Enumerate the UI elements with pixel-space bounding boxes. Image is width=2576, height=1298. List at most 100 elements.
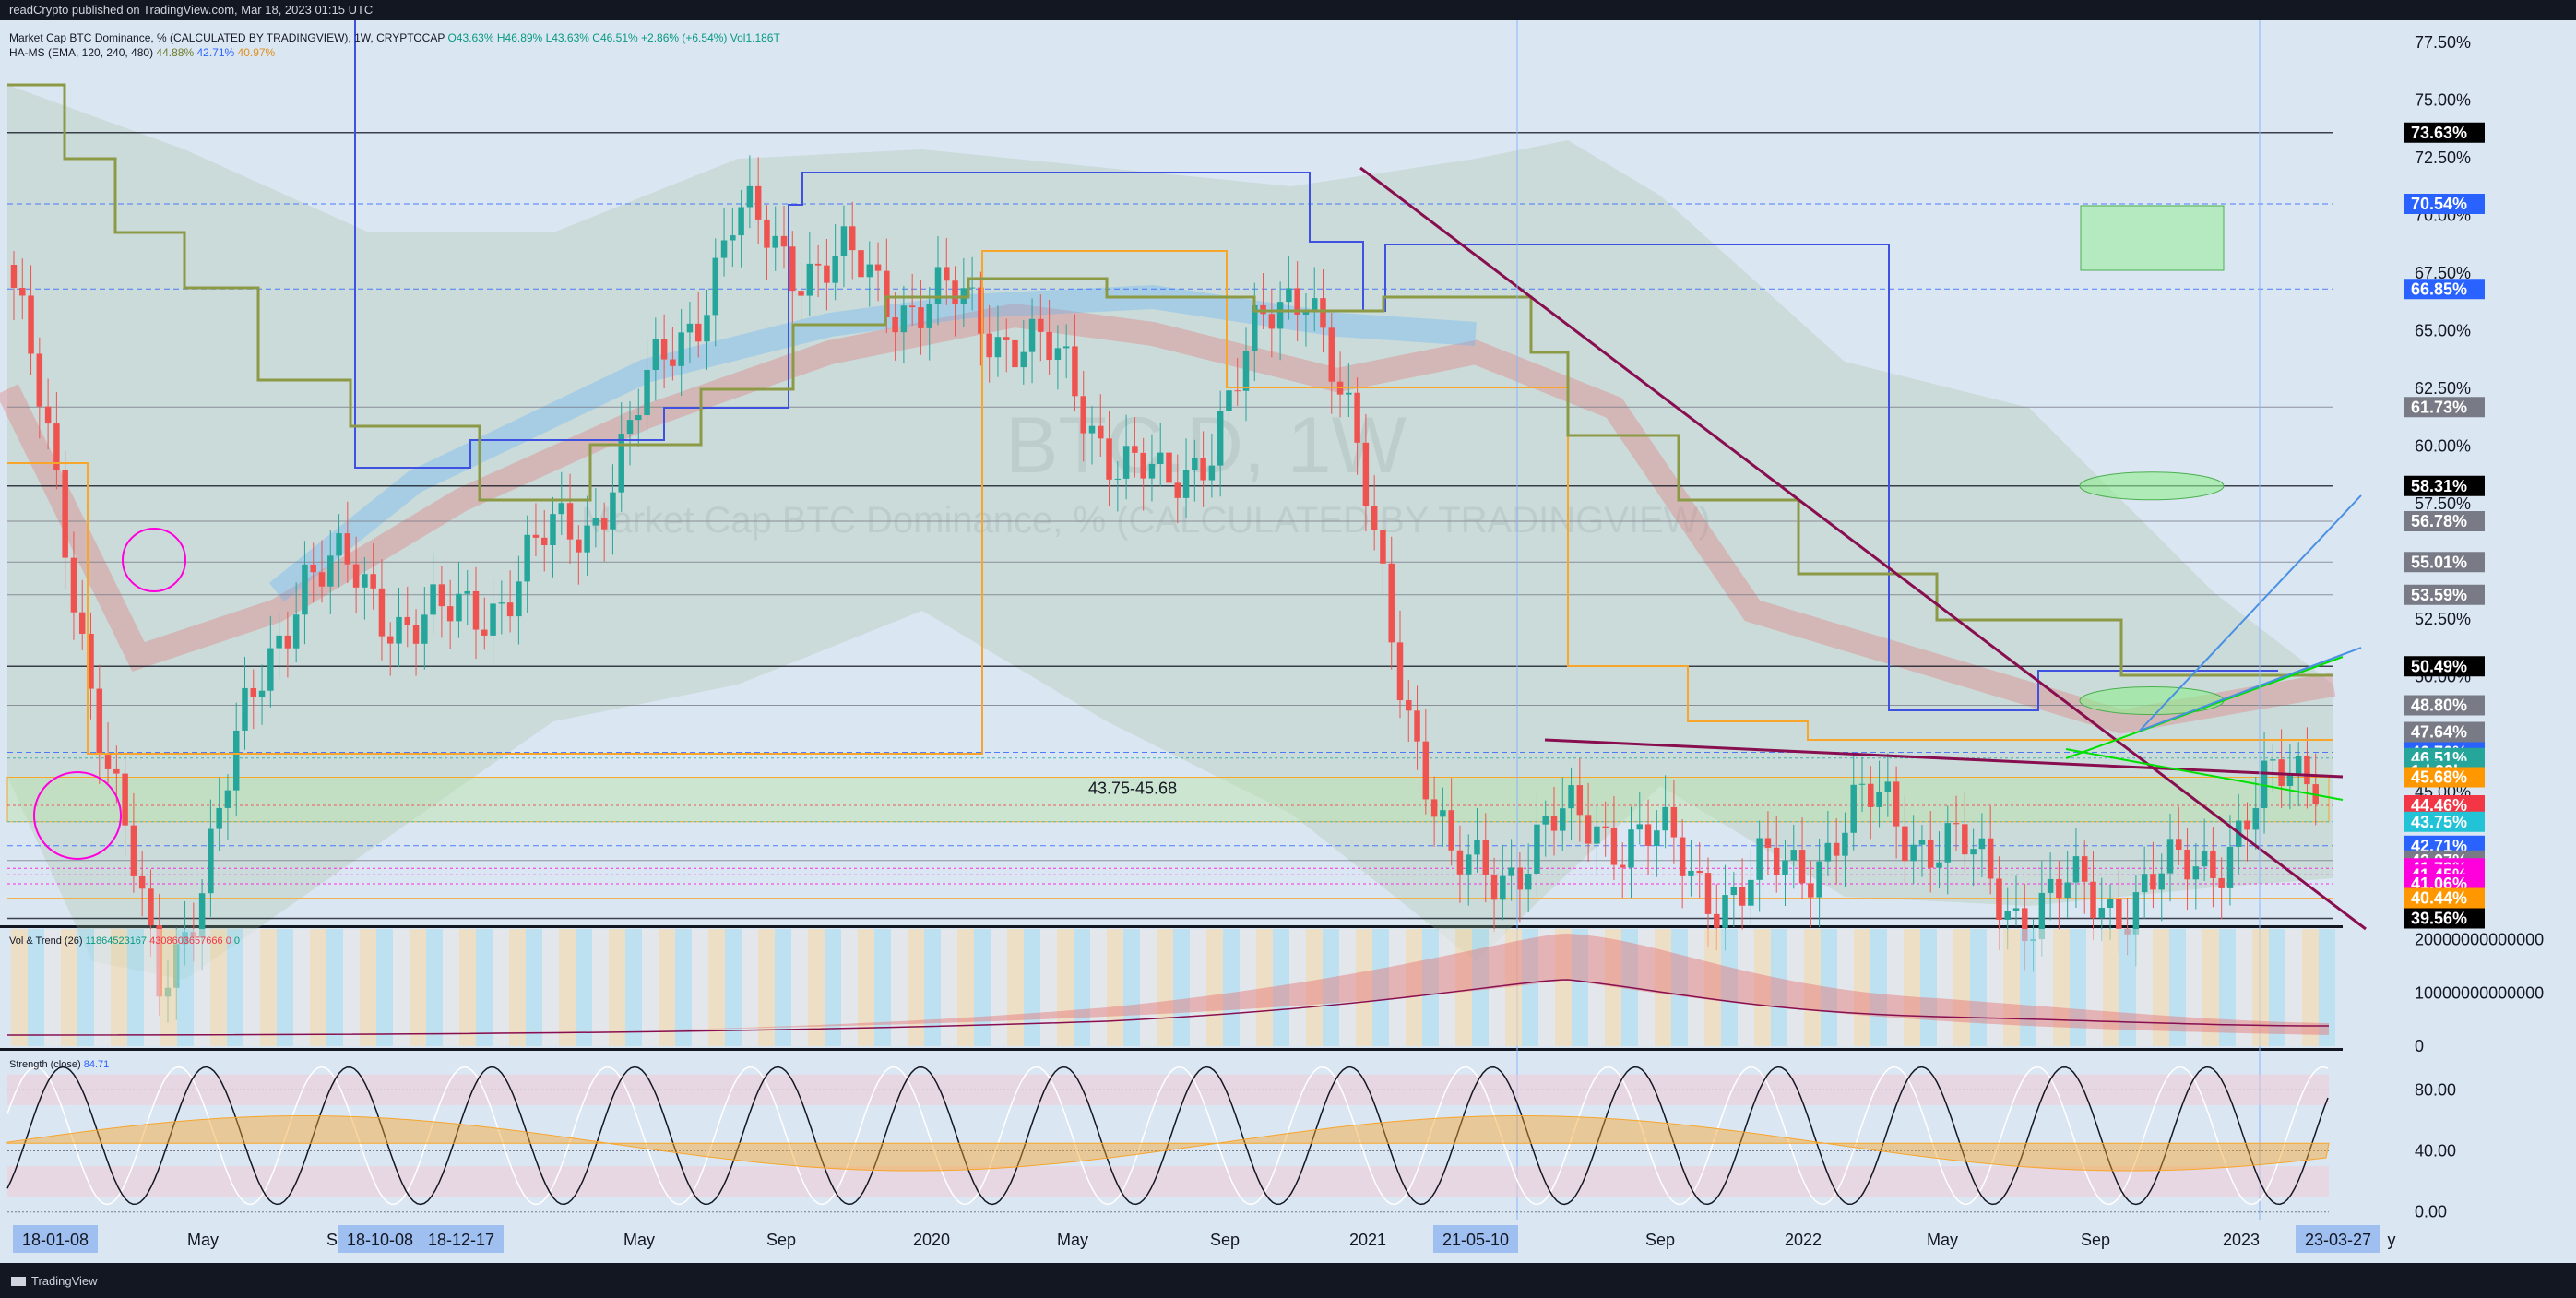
symbol-line: Market Cap BTC Dominance, % (CALCULATED … (9, 31, 445, 44)
vol-trend-bar (77, 929, 94, 1046)
candle-body (1850, 784, 1857, 833)
candle-body (2286, 774, 2294, 786)
footer-bar: TradingView (0, 1263, 2576, 1298)
candle-body (1054, 348, 1062, 360)
candle-body (2210, 851, 2216, 878)
chart-area[interactable]: BTC.D, 1W Market Cap BTC Dominance, % (CA… (0, 20, 2576, 1263)
target-box (2080, 205, 2225, 271)
candle-body (944, 267, 950, 281)
candle-body (267, 648, 274, 691)
y-tick-label: 75.00% (2415, 91, 2471, 110)
candle-body (618, 434, 624, 493)
candle-body (1440, 810, 1446, 817)
candle-body (1430, 799, 1438, 817)
candle-body (1354, 392, 1360, 443)
vol-trend-bar (260, 929, 277, 1046)
vol-trend-bar (1040, 929, 1057, 1046)
vol-trend-bar (1854, 929, 1870, 1046)
price-label: 43.75% (2411, 813, 2467, 831)
vol-trend-bar (692, 929, 708, 1046)
symbol-legend[interactable]: Market Cap BTC Dominance, % (CALCULATED … (9, 31, 780, 44)
candle-body (1858, 783, 1866, 785)
vol-trend-bar (758, 929, 775, 1046)
candle-body (1028, 318, 1036, 352)
candle-body (1474, 840, 1480, 855)
vol-trend-bar (1190, 929, 1206, 1046)
candle-body (481, 629, 488, 636)
candle-body (524, 534, 530, 582)
candle-body (1893, 781, 1900, 827)
price-label: 40.44% (2411, 889, 2467, 908)
candle-body (336, 533, 342, 556)
price-label: 45.68% (2411, 768, 2467, 787)
candle-body (208, 828, 214, 894)
tradingview-logo-icon (11, 1276, 26, 1286)
candle-body (2295, 756, 2302, 775)
candle-body (1320, 298, 1326, 328)
vol-trend-bar (44, 929, 61, 1046)
vol-trend-bar (1987, 929, 2003, 1046)
vol-trend-bar (476, 929, 493, 1046)
vol-trend-bar (127, 929, 144, 1046)
candle-body (62, 470, 68, 558)
candle-body (1038, 318, 1044, 332)
candle-body (720, 240, 728, 258)
candle-body (892, 317, 898, 333)
candle-body (1174, 482, 1181, 498)
vol-trend-bar (293, 929, 310, 1046)
price-label: 70.54% (2411, 195, 2467, 213)
candle-body (2056, 878, 2062, 899)
volume-value: Vol1.186T (730, 31, 780, 44)
tradingview-logo[interactable]: TradingView (11, 1274, 98, 1288)
candle-body (1003, 337, 1010, 340)
vol-trend-bar (243, 929, 260, 1046)
vol-trend-bar (874, 929, 891, 1046)
candle-body (36, 353, 43, 407)
vol-trend-bar (111, 929, 127, 1046)
vol-trend-bar (1887, 929, 1904, 1046)
candle-body (490, 603, 496, 636)
strength-legend[interactable]: Strength (close) 84.71 (9, 1059, 109, 1070)
vol-legend[interactable]: Vol & Trend (26) 11864523167 43086036576… (9, 935, 240, 947)
y-tick-label: 52.50% (2415, 610, 2471, 628)
x-tick-label: Sep (1645, 1231, 1675, 1249)
vol-trend-bar (194, 929, 210, 1046)
candle-body (370, 574, 376, 589)
price-label: 73.63% (2411, 124, 2467, 142)
candle-body (2098, 907, 2106, 919)
candle-body (1208, 465, 1216, 481)
vol-trend-bar (775, 929, 791, 1046)
vol-trend-bar (1970, 929, 1987, 1046)
candle-body (1868, 783, 1874, 807)
candle-body (626, 420, 634, 435)
vol-trend-bar (659, 929, 675, 1046)
candle-body (1286, 288, 1292, 303)
vol-trend-bar (891, 929, 908, 1046)
candle-body (1987, 838, 1994, 879)
x-tick-label: 18-10-08 (347, 1231, 413, 1249)
chart-svg[interactable]: BTC.D, 1WMarket Cap BTC Dominance, % (CA… (0, 20, 2576, 1263)
candle-body (242, 687, 248, 731)
candle-body (1560, 808, 1566, 831)
candle-body (284, 635, 291, 649)
candle-body (362, 574, 368, 588)
ohlc-high: H46.89% (496, 31, 543, 44)
candle-body (1371, 506, 1378, 530)
candle-body (1585, 815, 1592, 844)
candle-body (1927, 840, 1934, 868)
ohlc-open: O43.63% (447, 31, 494, 44)
candle-body (2218, 877, 2225, 888)
candle-body (1833, 842, 1840, 856)
vol-value-4: 0 (233, 935, 241, 947)
hams-legend[interactable]: HA-MS (EMA, 120, 240, 480) 44.88% 42.71%… (9, 46, 275, 59)
vol-trend-bar (957, 929, 974, 1046)
candle-body (1406, 700, 1412, 711)
pane-separator (0, 1048, 2576, 1051)
candle-body (550, 514, 556, 545)
candle-body (584, 525, 590, 553)
vol-trend-bar (227, 929, 243, 1046)
vol-trend-bar (1157, 929, 1173, 1046)
candle-body (216, 807, 222, 829)
candle-body (1448, 810, 1454, 851)
candle-body (2252, 808, 2260, 830)
